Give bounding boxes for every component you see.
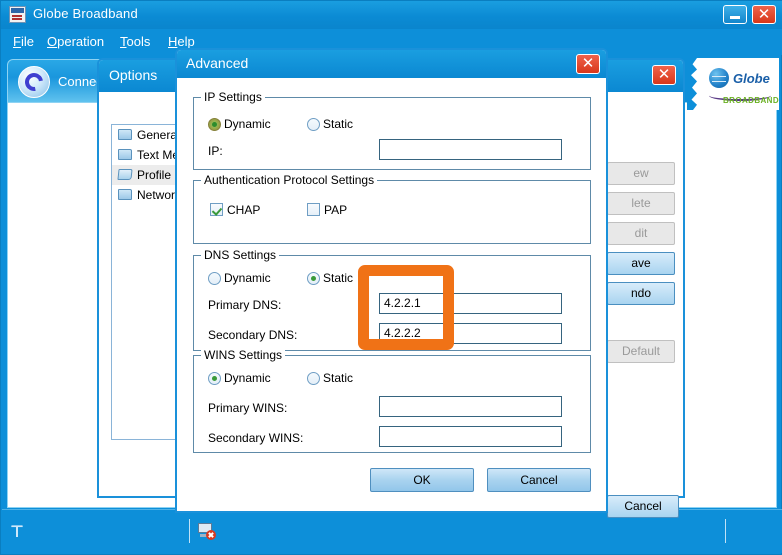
advanced-dialog: Advanced ✕ IP Settings Dynamic Static IP… bbox=[175, 48, 608, 513]
options-close-button[interactable]: ✕ bbox=[652, 65, 676, 85]
delete-button[interactable]: lete bbox=[607, 192, 675, 215]
edit-button-label: dit bbox=[634, 226, 648, 240]
undo-button[interactable]: ndo bbox=[607, 282, 675, 305]
title-bar: Globe Broadband ✕ bbox=[1, 1, 782, 29]
wins-dynamic-radio[interactable] bbox=[208, 372, 221, 385]
options-title: Options bbox=[109, 67, 158, 83]
ip-static-radio[interactable] bbox=[307, 118, 320, 131]
dns-static-radio[interactable] bbox=[307, 272, 320, 285]
wins-settings-legend: WINS Settings bbox=[201, 348, 286, 362]
menu-item-operation[interactable]: Operation bbox=[43, 33, 108, 50]
secondary-dns-label: Secondary DNS: bbox=[208, 328, 298, 342]
close-button[interactable]: ✕ bbox=[752, 5, 776, 24]
primary-wins-label: Primary WINS: bbox=[208, 401, 288, 415]
wins-static-label: Static bbox=[323, 371, 354, 385]
globe-icon bbox=[709, 68, 729, 88]
new-button-label: ew bbox=[633, 166, 649, 180]
edit-button[interactable]: dit bbox=[607, 222, 675, 245]
advanced-cancel-button[interactable]: Cancel bbox=[487, 468, 591, 492]
wins-settings-group: WINS Settings Dynamic Static Primary WIN… bbox=[193, 348, 591, 453]
advanced-title-bar: Advanced ✕ bbox=[177, 50, 606, 78]
tree-item-label: Network bbox=[137, 188, 178, 202]
secondary-wins-label: Secondary WINS: bbox=[208, 431, 304, 445]
ip-field-label: IP: bbox=[208, 144, 223, 158]
primary-wins-input[interactable] bbox=[379, 396, 562, 417]
status-separator bbox=[725, 519, 726, 543]
advanced-close-button[interactable]: ✕ bbox=[576, 54, 600, 74]
antenna-icon bbox=[11, 524, 23, 537]
options-cancel-button[interactable]: Cancel bbox=[607, 495, 679, 518]
close-icon: ✕ bbox=[757, 5, 771, 23]
folder-open-icon bbox=[117, 169, 133, 180]
folder-closed-icon bbox=[118, 149, 132, 160]
minimize-icon bbox=[730, 16, 740, 19]
chap-checkbox[interactable] bbox=[210, 203, 223, 216]
sync-circle-icon bbox=[18, 66, 50, 98]
tree-item-text-message[interactable]: Text Mes bbox=[112, 145, 178, 165]
advanced-title: Advanced bbox=[186, 55, 249, 71]
chap-label: CHAP bbox=[227, 203, 261, 217]
options-cancel-label: Cancel bbox=[624, 499, 662, 513]
tree-item-label: Text Mes bbox=[137, 148, 178, 162]
options-tree[interactable]: General Text Mes Profile M Network bbox=[111, 124, 179, 440]
primary-dns-input[interactable]: 4.2.2.1 bbox=[379, 293, 562, 314]
dns-dynamic-label: Dynamic bbox=[224, 271, 271, 285]
dns-dynamic-radio[interactable] bbox=[208, 272, 221, 285]
ok-button[interactable]: OK bbox=[370, 468, 474, 492]
status-separator bbox=[189, 519, 190, 543]
app-title: Globe Broadband bbox=[33, 6, 138, 21]
close-icon: ✕ bbox=[657, 65, 671, 83]
dns-settings-group: DNS Settings Dynamic Static Primary DNS:… bbox=[193, 248, 591, 351]
menu-item-file[interactable]: File bbox=[9, 33, 38, 50]
tree-item-profile-management[interactable]: Profile M bbox=[112, 165, 178, 185]
wins-dynamic-label: Dynamic bbox=[224, 371, 271, 385]
secondary-dns-input[interactable]: 4.2.2.2 bbox=[379, 323, 562, 344]
logo-sub-text: BROADBAND bbox=[723, 96, 779, 105]
primary-dns-label: Primary DNS: bbox=[208, 298, 282, 312]
delete-button-label: lete bbox=[631, 196, 651, 210]
new-button[interactable]: ew bbox=[607, 162, 675, 185]
ip-input[interactable] bbox=[379, 139, 562, 160]
ok-button-label: OK bbox=[413, 473, 431, 487]
ip-dynamic-radio[interactable] bbox=[208, 118, 221, 131]
save-button-label: ave bbox=[631, 256, 651, 270]
pap-checkbox[interactable] bbox=[307, 203, 320, 216]
tree-item-label: General bbox=[137, 128, 178, 142]
dns-static-label: Static bbox=[323, 271, 354, 285]
folder-closed-icon bbox=[118, 129, 132, 140]
logo-brand-text: Globe bbox=[733, 71, 770, 86]
app-icon bbox=[9, 6, 26, 23]
default-button[interactable]: Default bbox=[607, 340, 675, 363]
ip-settings-legend: IP Settings bbox=[201, 90, 265, 104]
globe-broadband-logo: Globe BROADBAND bbox=[687, 58, 779, 110]
folder-closed-icon bbox=[118, 189, 132, 200]
ip-dynamic-label: Dynamic bbox=[224, 117, 271, 131]
pap-label: PAP bbox=[324, 203, 348, 217]
dns-settings-legend: DNS Settings bbox=[201, 248, 280, 262]
default-button-label: Default bbox=[621, 344, 661, 358]
computer-disconnected-icon bbox=[198, 523, 216, 540]
tree-item-general[interactable]: General bbox=[112, 125, 178, 145]
advanced-cancel-label: Cancel bbox=[520, 473, 558, 487]
close-icon: ✕ bbox=[581, 54, 595, 72]
logo-torn-edge bbox=[687, 58, 697, 110]
undo-button-label: ndo bbox=[630, 286, 652, 300]
ip-static-label: Static bbox=[323, 117, 354, 131]
auth-settings-legend: Authentication Protocol Settings bbox=[201, 173, 378, 187]
ip-settings-group: IP Settings Dynamic Static IP: bbox=[193, 90, 591, 170]
secondary-wins-input[interactable] bbox=[379, 426, 562, 447]
auth-settings-group: Authentication Protocol Settings CHAP PA… bbox=[193, 173, 591, 244]
tree-item-network[interactable]: Network bbox=[112, 185, 178, 205]
menu-item-tools[interactable]: Tools bbox=[116, 33, 154, 50]
save-button[interactable]: ave bbox=[607, 252, 675, 275]
minimize-button[interactable] bbox=[723, 5, 747, 24]
wins-static-radio[interactable] bbox=[307, 372, 320, 385]
tree-item-label: Profile M bbox=[137, 168, 178, 182]
